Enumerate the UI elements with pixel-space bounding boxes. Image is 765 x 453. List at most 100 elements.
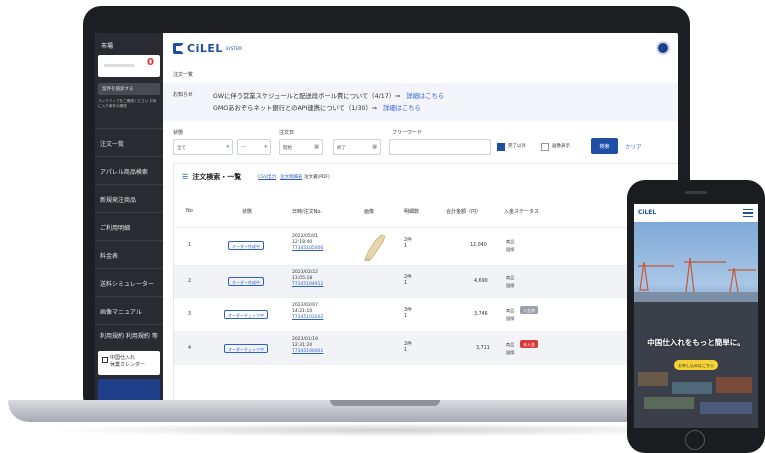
- col-header-status: 状態: [242, 209, 253, 215]
- phone-hero-text: 中国仕入れをもっと簡単に。: [647, 338, 745, 347]
- pdf-text[interactable]: 注文書(PDF): [304, 174, 330, 180]
- row-no: 4: [188, 346, 192, 351]
- date-from-value: 開始: [283, 146, 292, 151]
- phone-speaker: [685, 191, 707, 194]
- row-pay-2: 国際: [506, 316, 515, 321]
- row-qty: 2件 1: [404, 275, 412, 287]
- row-date: 2023/01/19 12:31:20 T7345100001: [292, 337, 323, 355]
- logo-mark-icon: [173, 42, 184, 54]
- logo-text: CiLEL: [187, 41, 223, 55]
- table-row[interactable]: 4 オーダーチェック中 2023/01/19 12:31:20 T7345100…: [174, 331, 678, 365]
- row-amount: 4,690: [474, 279, 488, 284]
- phone-logo[interactable]: CiLEL: [638, 209, 656, 216]
- calendar-label-1: 中国仕入れ: [110, 355, 136, 361]
- cart-count: 0: [147, 57, 154, 68]
- row-no: 3: [188, 312, 192, 317]
- panel-title: ☰ 注文検索・一覧: [182, 172, 241, 182]
- row-date: 2023/02/22 13:05:18 T7345104912: [292, 270, 323, 288]
- col-header-qty: 明細数: [404, 209, 420, 215]
- sidebar-note: ランクアップをご確認ください お気に入り案件の確認: [98, 99, 157, 108]
- notice-link[interactable]: 詳細はこちら: [383, 105, 421, 112]
- panel-title-text: 注文検索・一覧: [192, 173, 242, 181]
- avatar[interactable]: [656, 41, 670, 55]
- row-pay-2: 国際: [506, 350, 515, 355]
- checkbox-incomplete[interactable]: [497, 143, 505, 151]
- calendar-banner[interactable]: 中国仕入れ 休業カレンダー: [98, 351, 160, 375]
- sidebar-item-new-products[interactable]: 新規発注商品: [95, 184, 163, 212]
- sidebar-item-statements[interactable]: ご利用明細: [95, 212, 163, 240]
- order-link[interactable]: T7345104912: [292, 282, 323, 288]
- row-pay-1: 商品: [506, 239, 515, 244]
- order-link[interactable]: T7345100001: [292, 349, 323, 355]
- status-button[interactable]: オーダーチェック中: [224, 344, 268, 353]
- details-link[interactable]: 注文明細表: [280, 174, 303, 180]
- checkbox-incomplete-label: 完了以外: [508, 144, 526, 149]
- order-link[interactable]: T7345103202: [292, 315, 323, 321]
- date-to-value: 終了: [337, 146, 346, 151]
- order-link[interactable]: T7345105000: [292, 246, 323, 252]
- checkbox-images-label: 画像表示: [552, 144, 570, 149]
- row-qty: 3件 1: [404, 308, 412, 320]
- cart-card[interactable]: 0: [98, 55, 160, 77]
- substatus-select[interactable]: — ▾: [237, 139, 271, 155]
- notice-text: GMOあおぞらネット銀行とのAPI連携について（1/30）⇒: [213, 105, 378, 112]
- date-label: 注文日: [279, 130, 295, 136]
- chevron-down-icon: ▾: [226, 144, 229, 150]
- hamburger-menu-icon[interactable]: [743, 209, 753, 217]
- sidebar-banner[interactable]: [98, 379, 160, 401]
- table-row[interactable]: 1 オーダー作成中 2023/05/01 12:18:40 T734510500…: [174, 227, 678, 265]
- search-button[interactable]: 検索: [591, 138, 618, 154]
- row-pay-1: 商品: [506, 308, 515, 313]
- row-pay-2: 国際: [506, 247, 515, 252]
- status-button[interactable]: オーダーチェック中: [224, 310, 268, 319]
- phone-cta-button[interactable]: お申し込みはこちら: [674, 360, 718, 370]
- status-button[interactable]: オーダー作成中: [228, 277, 264, 286]
- status-button[interactable]: オーダー作成中: [228, 241, 264, 250]
- status-select[interactable]: 全て ▾: [173, 139, 233, 155]
- clear-link[interactable]: クリア: [625, 143, 642, 151]
- sidebar-item-apparel[interactable]: アパレル商品検索: [95, 156, 163, 184]
- phone-home-button[interactable]: [685, 430, 705, 450]
- date-to-input[interactable]: 終了 ▦: [333, 139, 381, 155]
- table-row[interactable]: 3 オーダーチェック中 2023/02/07 14:21:10 T7345103…: [174, 297, 678, 331]
- notice-link[interactable]: 詳細はこちら: [406, 93, 444, 100]
- phone-screen: CiLEL 中国仕入れをもっと簡単に。 お申し込みはこちら: [634, 204, 758, 428]
- date-from-input[interactable]: 開始 ▦: [279, 139, 323, 155]
- sidebar-item-shipping-sim[interactable]: 送料シミュレーター: [95, 268, 163, 296]
- col-header-amount: 合計金額（円）: [446, 209, 482, 215]
- substatus-select-value: —: [241, 145, 246, 150]
- notice-text: GWに伴う営業スケジュールと配送段ボール費について（4/17）⇒: [213, 93, 401, 100]
- sidebar: 市場 0 案件を検索する ランクアップをご確認ください お気に入り案件の確認 注…: [95, 33, 163, 404]
- sidebar-item-manual[interactable]: 画像マニュアル: [95, 296, 163, 324]
- col-header-image: 画像: [364, 209, 375, 215]
- table-row[interactable]: 2 オーダー作成中 2023/02/22 13:05:18 T734510491…: [174, 265, 678, 297]
- row-date: 2023/05/01 12:18:40 T7345105000: [292, 234, 323, 252]
- keyword-input[interactable]: [389, 139, 491, 155]
- row-qty-b: 1: [404, 348, 408, 353]
- row-date: 2023/02/07 14:21:10 T7345103202: [292, 303, 323, 321]
- row-pay-1: 商品: [506, 275, 515, 280]
- payment-badge: 入金済: [520, 306, 538, 314]
- row-qty-b: 1: [404, 281, 408, 286]
- breadcrumb: 注文一覧: [173, 72, 194, 78]
- row-amount: 3,711: [476, 346, 490, 351]
- row-qty-b: 1: [404, 244, 408, 249]
- logo[interactable]: CiLEL SYSTEM: [173, 41, 242, 55]
- row-amount: 12,040: [470, 243, 487, 248]
- keyword-label: フリーワード: [392, 130, 423, 136]
- sidebar-search-button[interactable]: 案件を検索する: [98, 83, 160, 95]
- row-qty: 2件 1: [404, 342, 412, 354]
- logo-sub: SYSTEM: [225, 45, 242, 51]
- sidebar-item-pricing[interactable]: 料金表: [95, 240, 163, 268]
- csv-link[interactable]: CSV出力: [258, 174, 276, 180]
- sidebar-item-orders[interactable]: 注文一覧: [95, 128, 163, 156]
- card-bar: [104, 64, 134, 67]
- menu-icon: ☰: [182, 173, 189, 181]
- phone-frame: CiLEL 中国仕入れをもっと簡単に。 お申し込みはこちら: [627, 180, 765, 453]
- row-pay-2: 国際: [506, 283, 515, 288]
- status-select-value: 全て: [177, 146, 186, 151]
- product-image[interactable]: [362, 232, 390, 262]
- checkbox-images[interactable]: [541, 143, 549, 151]
- row-payment: 商品 国際: [506, 274, 514, 290]
- row-qty: 2件 1: [404, 238, 412, 250]
